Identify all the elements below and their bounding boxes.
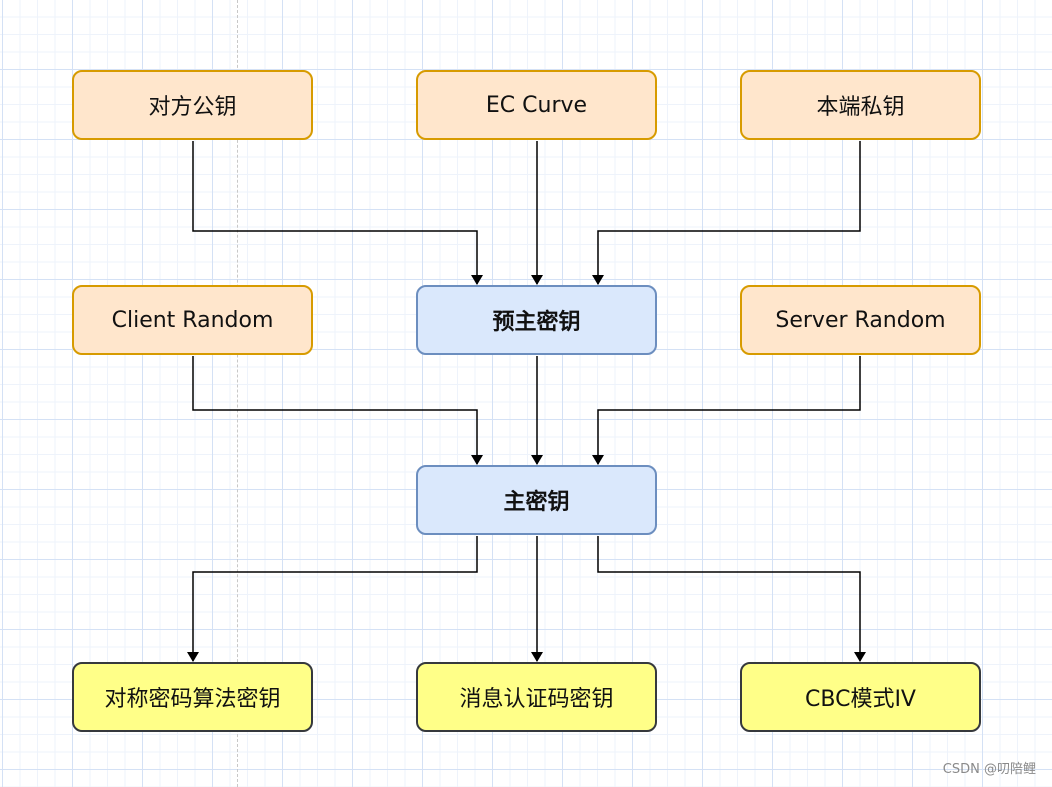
node-symmetric-key[interactable]: 对称密码算法密钥 xyxy=(72,662,313,732)
node-label: 预主密钥 xyxy=(492,310,581,335)
edge-peer-to-premaster xyxy=(192,141,483,285)
edge-client-to-master xyxy=(192,356,483,465)
node-client-random[interactable]: Client Random xyxy=(72,285,313,355)
edge-master-to-symkey xyxy=(187,536,478,662)
node-label: 对称密码算法密钥 xyxy=(104,687,281,712)
node-master-secret[interactable]: 主密钥 xyxy=(416,465,657,535)
node-label: CBC模式IV xyxy=(805,687,916,712)
node-local-private-key[interactable]: 本端私钥 xyxy=(740,70,981,140)
node-mac-key[interactable]: 消息认证码密钥 xyxy=(416,662,657,732)
node-label: Server Random xyxy=(775,307,946,333)
watermark: CSDN @叨陪鲤 xyxy=(942,762,1036,777)
node-label: 主密钥 xyxy=(503,490,570,515)
edge-server-to-master xyxy=(592,356,861,465)
node-peer-public-key[interactable]: 对方公钥 xyxy=(72,70,313,140)
node-ec-curve[interactable]: EC Curve xyxy=(416,70,657,140)
edge-local-to-premaster xyxy=(592,141,861,285)
node-premaster-secret[interactable]: 预主密钥 xyxy=(416,285,657,355)
node-label: Client Random xyxy=(111,307,274,333)
node-label: EC Curve xyxy=(485,92,588,118)
edge-master-to-iv xyxy=(597,536,866,662)
node-server-random[interactable]: Server Random xyxy=(740,285,981,355)
node-cbc-iv[interactable]: CBC模式IV xyxy=(740,662,981,732)
node-label: 消息认证码密钥 xyxy=(459,687,614,712)
node-label: 对方公钥 xyxy=(148,95,237,120)
node-label: 本端私钥 xyxy=(816,95,905,120)
